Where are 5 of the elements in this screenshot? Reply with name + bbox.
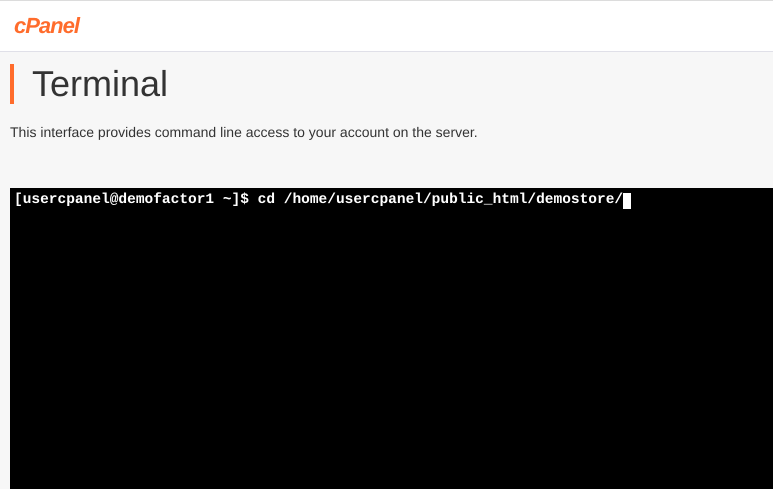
terminal-screen[interactable]: [usercpanel@demofactor1 ~]$ cd /home/usercpanel/public_html/demostore/ <box>10 188 773 489</box>
page-description: This interface provides command line access to your account on the server. <box>10 123 479 142</box>
title-accent <box>10 64 14 104</box>
page-title: Terminal <box>32 66 168 102</box>
terminal-line: [usercpanel@demofactor1 ~]$ cd /home/usercpanel/public_html/demostore/ <box>14 192 624 209</box>
